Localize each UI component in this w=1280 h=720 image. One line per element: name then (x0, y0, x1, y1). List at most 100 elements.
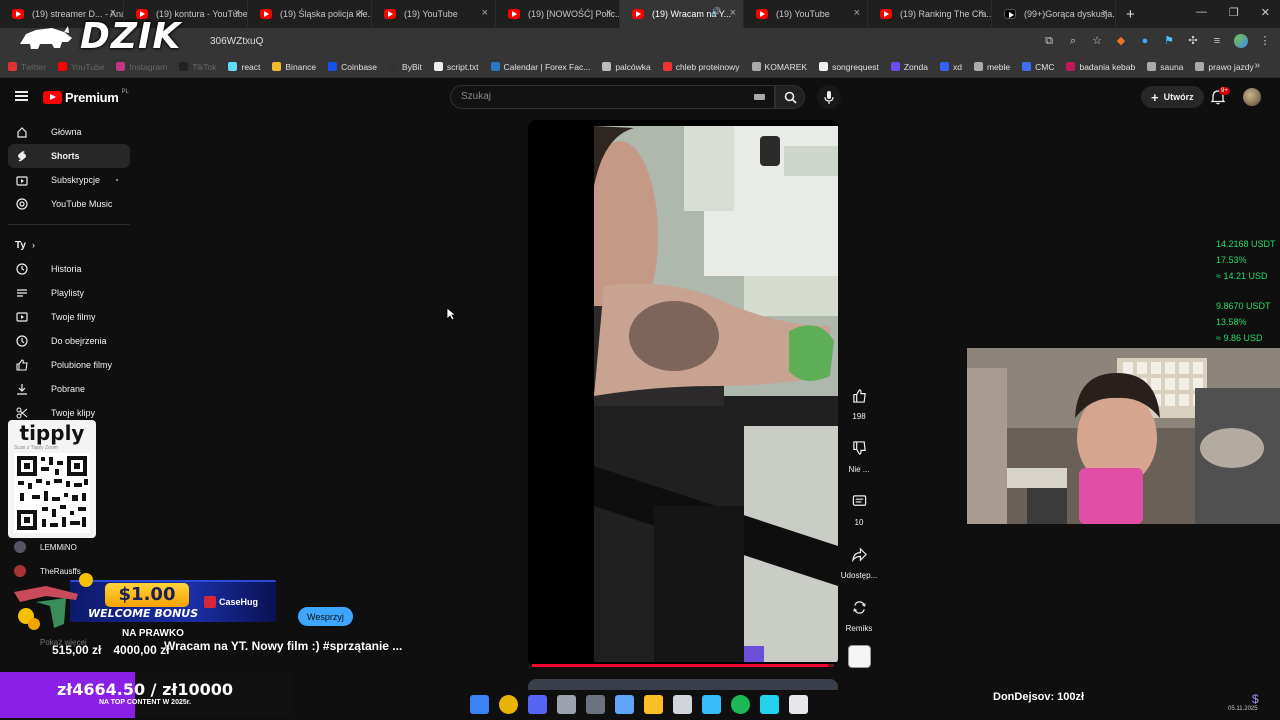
sidebar-item-historia[interactable]: Historia (8, 257, 130, 281)
browser-tab[interactable]: (19) YouTube × (372, 0, 496, 28)
close-tab-icon[interactable]: × (606, 7, 612, 19)
bookmark-item[interactable]: Instagram (116, 62, 167, 72)
browser-tab[interactable]: (19) Ranking The Cra... × (868, 0, 992, 28)
bookmark-item[interactable]: Zonda (890, 62, 928, 72)
thumbs-down-button[interactable]: Nie ... (840, 437, 878, 490)
chrome-icon[interactable] (499, 695, 518, 714)
sidebar-section-you[interactable]: Ty › (0, 233, 138, 257)
thumbs-up-button[interactable]: 198 (840, 384, 878, 437)
sidebar-item-subskrypcje[interactable]: Subskrypcje (8, 168, 130, 192)
browser-tab[interactable]: (19) Śląska policja kie... × (248, 0, 372, 28)
bookmark-item[interactable]: Twitter (8, 62, 46, 72)
browser-tab[interactable]: (19) YouTube × (744, 0, 868, 28)
browser-tab[interactable]: (19) [NOWOŚĆ] Polic... × (496, 0, 620, 28)
windows-icon[interactable] (470, 695, 489, 714)
create-button[interactable]: + Utwórz (1141, 86, 1204, 108)
url-field[interactable]: 306WZtxuQ (210, 36, 263, 47)
tray-icon[interactable]: $ (1252, 692, 1259, 706)
shorts-player[interactable] (528, 120, 838, 666)
extension-icon[interactable]: ◆ (1114, 34, 1128, 48)
sidebar-item-twoje-filmy[interactable]: Twoje filmy (8, 305, 130, 329)
bookmark-item[interactable]: Coinbase (328, 62, 377, 72)
folder-icon[interactable] (644, 695, 663, 714)
comment-button[interactable]: 10 (840, 490, 878, 543)
sidebar-item-playlisty[interactable]: Playlisty (8, 281, 130, 305)
bookmark-item[interactable]: Binance (272, 62, 316, 72)
bookmark-item[interactable]: chleb proteinowy (662, 62, 740, 72)
close-tab-icon[interactable]: × (978, 7, 984, 19)
bookmark-item[interactable]: script.txt (433, 62, 479, 72)
close-tab-icon[interactable]: × (358, 7, 364, 19)
profile-icon[interactable] (1234, 34, 1248, 48)
speaker-icon[interactable]: 🔊 (711, 7, 721, 16)
search-button[interactable] (775, 85, 805, 109)
bookmark-item[interactable]: palcówka (602, 62, 651, 72)
bookmark-item[interactable]: sauna (1147, 62, 1183, 72)
browser-tab[interactable]: (19) Wracam na Y... × 🔊 (620, 0, 744, 28)
minimize-icon[interactable]: — (1196, 6, 1207, 19)
share-button[interactable]: Udostęp... (840, 543, 878, 596)
subscription-item[interactable]: LEMMiNO (8, 535, 138, 559)
zoom-icon[interactable]: ⌕ (1066, 34, 1080, 48)
share-button-circle[interactable] (848, 543, 870, 565)
comment-button-circle[interactable] (848, 490, 870, 512)
voice-search-button[interactable] (817, 85, 841, 109)
sidebar-item-pobrane[interactable]: Pobrane (8, 377, 130, 401)
bookmark-item[interactable]: KOMAREK (751, 62, 807, 72)
sidebar-item-g-wna[interactable]: Główna (8, 120, 130, 144)
remix-button[interactable]: Remiks (840, 596, 878, 649)
close-tab-icon[interactable]: × (482, 7, 488, 19)
spotify-icon[interactable] (731, 695, 750, 714)
close-icon[interactable]: ✕ (1261, 6, 1270, 19)
new-tab-button[interactable]: + (1126, 6, 1135, 23)
steam-icon[interactable] (615, 695, 634, 714)
close-tab-icon[interactable]: × (730, 7, 736, 19)
thumbs-down-button-circle[interactable] (848, 437, 870, 459)
launcher-icon[interactable] (789, 695, 808, 714)
close-tab-icon[interactable]: × (854, 7, 860, 19)
extension-icon[interactable]: ● (1138, 34, 1152, 48)
youtube-logo[interactable]: Premium PL (43, 89, 129, 105)
bookmark-item[interactable]: badania kebab (1066, 62, 1135, 72)
bookmark-item[interactable]: prawo jazdy (1195, 62, 1254, 72)
bookmark-star-icon[interactable]: ☆ (1090, 34, 1104, 48)
menu-icon[interactable] (15, 91, 28, 101)
remix-button-circle[interactable] (848, 596, 870, 618)
puzzle-icon[interactable]: ✣ (1186, 34, 1200, 48)
sidebar-item-do-obejrzenia[interactable]: Do obejrzenia (8, 329, 130, 353)
search-input[interactable] (461, 91, 721, 102)
close-tab-icon[interactable]: × (1102, 7, 1108, 19)
ccleaner-icon[interactable] (673, 695, 692, 714)
sidebar-item-shorts[interactable]: Shorts (8, 144, 130, 168)
network-icon[interactable] (702, 695, 721, 714)
maximize-icon[interactable]: ❐ (1229, 6, 1239, 19)
support-button[interactable]: Wesprzyj (298, 607, 353, 626)
bookmark-item[interactable]: react (228, 62, 260, 72)
tab-search-icon[interactable]: ≡ (1210, 34, 1224, 48)
bookmark-item[interactable]: songrequest (819, 62, 879, 72)
bookmark-item[interactable]: ByBit (389, 62, 422, 72)
video-progress-bar[interactable] (532, 664, 834, 667)
channel-avatar[interactable] (848, 645, 871, 668)
avatar[interactable] (1243, 88, 1261, 106)
notepad-icon[interactable] (760, 695, 779, 714)
bookmark-item[interactable]: YouTube (58, 62, 104, 72)
keyboard-icon[interactable] (754, 94, 765, 100)
sidebar-item-polubione-filmy[interactable]: Polubione filmy (8, 353, 130, 377)
bookmark-item[interactable]: meble (973, 62, 1010, 72)
bookmark-item[interactable]: xd (939, 62, 962, 72)
bookmark-item[interactable]: TikTok (179, 62, 216, 72)
app-icon[interactable] (557, 695, 576, 714)
bookmark-item[interactable]: CMC (1022, 62, 1054, 72)
extension-icon[interactable]: ⚑ (1162, 34, 1176, 48)
close-tab-icon[interactable]: × (234, 7, 240, 19)
obs-icon[interactable] (586, 695, 605, 714)
sidebar-item-youtube-music[interactable]: YouTube Music (8, 192, 130, 216)
short-video[interactable] (594, 126, 838, 662)
cast-icon[interactable]: ⧉ (1042, 34, 1056, 48)
bookmarks-more-icon[interactable]: » (1254, 60, 1260, 71)
discord-icon[interactable] (528, 695, 547, 714)
thumbs-up-button-circle[interactable] (848, 384, 870, 406)
menu-icon[interactable]: ⋮ (1258, 34, 1272, 48)
bookmark-item[interactable]: Calendar | Forex Fac... (490, 62, 590, 72)
